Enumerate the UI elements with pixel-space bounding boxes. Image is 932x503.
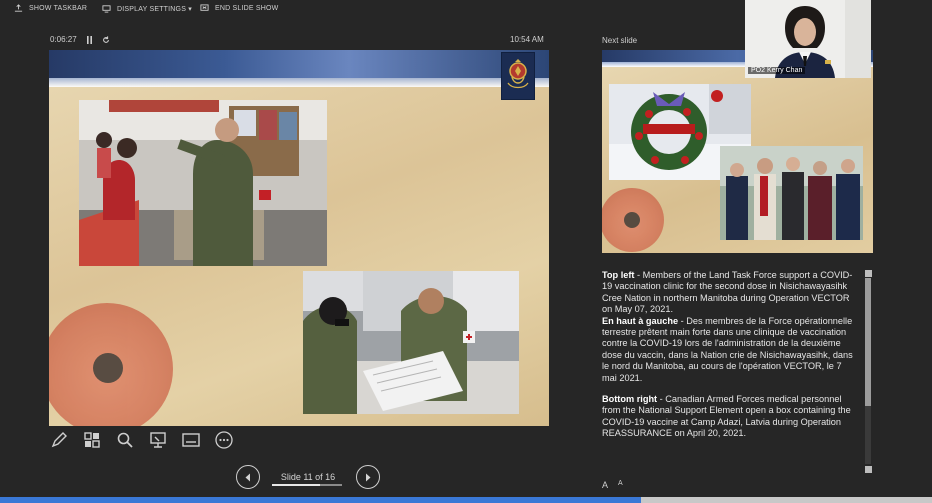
notes-heading-1: Top left xyxy=(602,270,635,280)
presentation-progress-fill xyxy=(0,497,641,503)
slide-counter-progress xyxy=(272,484,321,486)
slide-counter-text: Slide 11 of 16 xyxy=(280,472,336,482)
next-slide-preview[interactable] xyxy=(602,50,873,253)
notes-font-size-controls: A A xyxy=(602,480,623,490)
presenter-webcam: PO2 Kerry Chan xyxy=(745,0,871,78)
notes-paragraph-3: Bottom right - Canadian Armed Forces med… xyxy=(602,394,856,440)
photo-vaccination-clinic xyxy=(79,100,327,266)
slide-stripe xyxy=(49,78,549,87)
previous-slide-button[interactable] xyxy=(236,465,260,489)
show-taskbar-button[interactable]: SHOW TASKBAR xyxy=(14,4,87,13)
photo-veterans xyxy=(720,146,863,240)
notes-heading-3: Bottom right xyxy=(602,394,658,405)
end-show-icon xyxy=(200,4,209,11)
end-slide-show-label: END SLIDE SHOW xyxy=(215,5,279,12)
subtitles-button[interactable] xyxy=(181,430,201,450)
notes-scrollbar[interactable] xyxy=(864,270,873,474)
restart-icon[interactable] xyxy=(102,35,110,44)
display-settings-button[interactable]: DISPLAY SETTINGS ▾ xyxy=(102,4,192,13)
notes-heading-2: En haut à gauche xyxy=(602,315,679,326)
next-icon xyxy=(366,473,371,481)
more-icon xyxy=(215,431,233,449)
notes-text-1: - Members of the Land Task Force support… xyxy=(602,270,853,315)
scroll-thumb[interactable] xyxy=(865,278,871,406)
presentation-timer: 0:06:27 xyxy=(50,35,110,44)
next-poppy-graphic xyxy=(602,188,664,252)
display-settings-label: DISPLAY SETTINGS ▾ xyxy=(117,5,192,13)
scroll-up-icon[interactable] xyxy=(865,270,872,277)
prev-icon xyxy=(245,473,250,481)
display-settings-icon xyxy=(102,5,111,13)
zoom-button[interactable] xyxy=(115,430,135,450)
scroll-down-icon[interactable] xyxy=(865,466,872,473)
clock: 10:54 AM xyxy=(510,35,544,44)
slide-navigation: Slide 11 of 16 xyxy=(236,465,380,489)
show-taskbar-label: SHOW TASKBAR xyxy=(29,5,88,12)
elapsed-time: 0:06:27 xyxy=(50,35,77,44)
presentation-progress-bar xyxy=(0,497,932,503)
subtitles-icon xyxy=(182,433,200,447)
taskbar-icon xyxy=(14,4,23,12)
photo-vaccine-box xyxy=(303,271,519,414)
slide-tools xyxy=(49,430,234,450)
notes-paragraph-1: Top left - Members of the Land Task Forc… xyxy=(602,270,856,384)
pause-icon[interactable] xyxy=(86,35,93,44)
pen-tool-button[interactable] xyxy=(49,430,69,450)
pointer-icon xyxy=(150,432,166,448)
crest-icon xyxy=(501,52,535,100)
next-slide-button[interactable] xyxy=(356,465,380,489)
next-slide-label: Next slide xyxy=(602,36,638,45)
end-slide-show-button[interactable]: END SLIDE SHOW xyxy=(200,4,278,13)
slide-banner xyxy=(49,50,549,78)
zoom-icon xyxy=(117,432,133,448)
current-slide[interactable] xyxy=(49,50,549,426)
speaker-notes[interactable]: Top left - Members of the Land Task Forc… xyxy=(602,270,856,476)
webcam-name-label: PO2 Kerry Chan xyxy=(748,67,806,74)
decrease-font-button[interactable]: A xyxy=(618,480,623,490)
more-options-button[interactable] xyxy=(214,430,234,450)
see-all-slides-button[interactable] xyxy=(82,430,102,450)
poppy-graphic xyxy=(49,303,173,426)
pen-icon xyxy=(51,432,67,448)
grid-icon xyxy=(84,432,100,448)
slide-counter[interactable]: Slide 11 of 16 xyxy=(268,472,348,486)
pointer-button[interactable] xyxy=(148,430,168,450)
increase-font-button[interactable]: A xyxy=(602,480,608,490)
